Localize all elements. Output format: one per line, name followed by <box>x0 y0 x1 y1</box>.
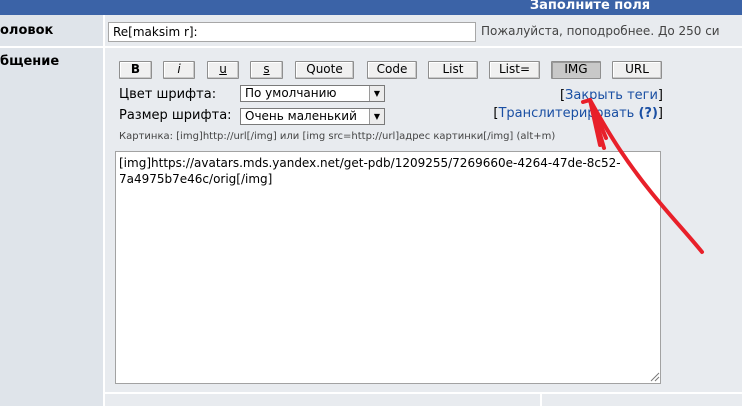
bottom-separator <box>105 392 742 394</box>
message-textarea[interactable]: [img]https://avatars.mds.yandex.net/get-… <box>115 151 661 384</box>
underline-button[interactable]: u <box>207 61 239 79</box>
bold-button[interactable]: B <box>119 61 152 79</box>
chevron-down-icon: ▼ <box>369 109 384 124</box>
font-color-select[interactable]: По умолчанию ▼ <box>240 85 385 102</box>
header-title: Заполните поля <box>529 0 651 13</box>
font-size-label: Размер шрифта: <box>119 108 232 123</box>
subject-label: оловок <box>0 23 54 38</box>
list-button[interactable]: List <box>428 61 478 79</box>
font-color-label: Цвет шрифта: <box>119 87 217 102</box>
close-tags-link-wrapper: [Закрыть теги] <box>559 88 663 103</box>
resize-grip-icon[interactable] <box>648 370 660 382</box>
close-tags-link[interactable]: Закрыть теги <box>565 88 658 103</box>
img-hint: Картинка: [img]http://url[/img] или [img… <box>119 131 556 142</box>
url-button[interactable]: URL <box>612 61 662 79</box>
transliterate-link-wrapper: [Транслитерировать (?)] <box>493 106 663 121</box>
quote-button[interactable]: Quote <box>295 61 354 79</box>
font-size-value: Очень маленький <box>245 109 357 123</box>
numbered-list-button[interactable]: List= <box>489 61 540 79</box>
strike-button[interactable]: s <box>250 61 283 79</box>
chevron-down-icon: ▼ <box>369 86 384 101</box>
row-separator <box>0 46 742 48</box>
subject-hint: Пожалуйста, поподробнее. До 250 си <box>481 24 720 38</box>
font-color-value: По умолчанию <box>245 86 337 100</box>
img-button[interactable]: IMG <box>551 61 601 79</box>
column-separator <box>103 15 105 406</box>
subject-input[interactable] <box>108 22 476 42</box>
code-button[interactable]: Code <box>367 61 417 79</box>
message-label: бщение <box>0 54 60 69</box>
help-link[interactable]: (?) <box>638 106 657 121</box>
bottom-row <box>105 394 742 406</box>
italic-button[interactable]: i <box>163 61 195 79</box>
transliterate-link[interactable]: Транслитерировать <box>498 106 634 121</box>
label-column <box>0 15 103 406</box>
bottom-cell-separator <box>540 392 542 406</box>
font-size-select[interactable]: Очень маленький ▼ <box>240 108 385 125</box>
